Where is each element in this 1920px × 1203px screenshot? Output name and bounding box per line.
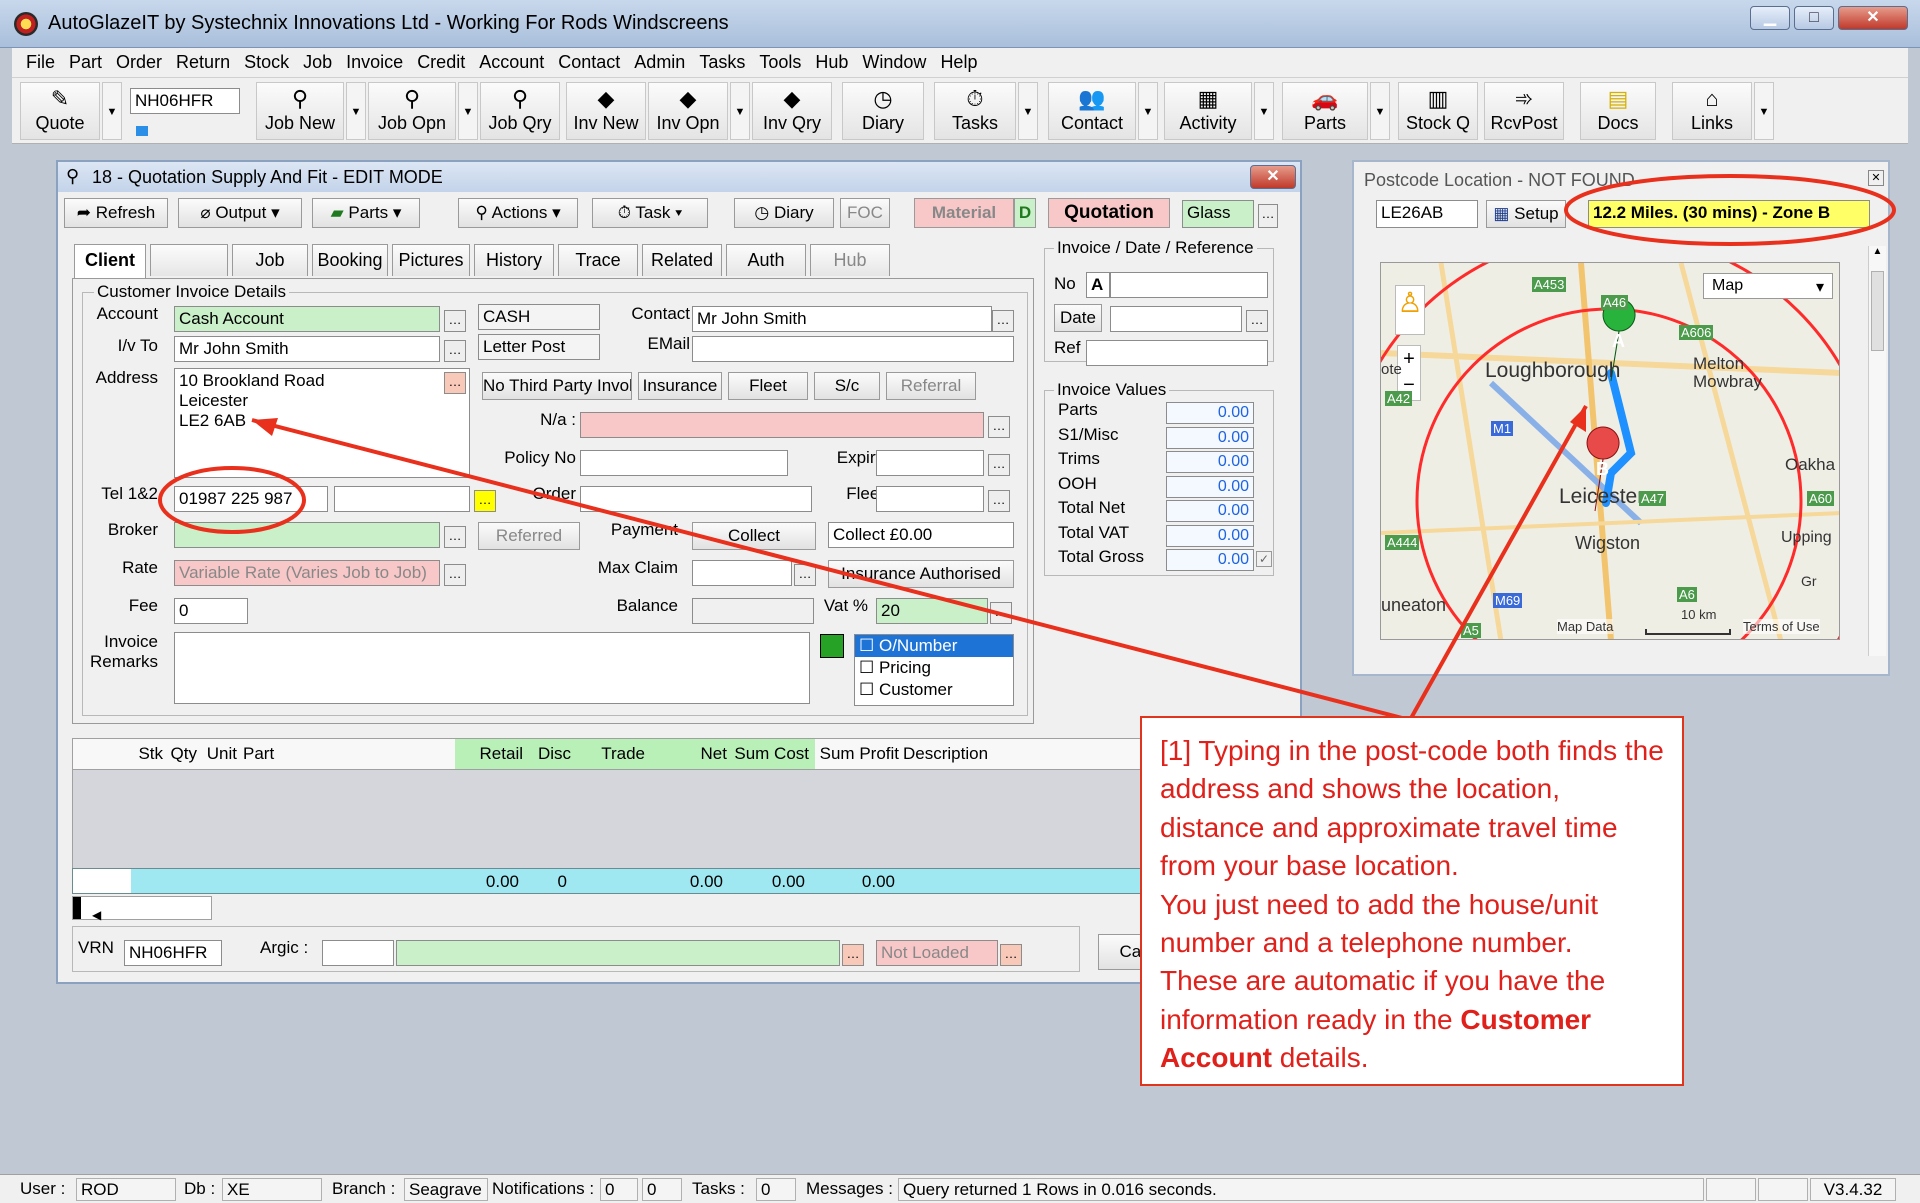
status-messages-label: Messages : — [806, 1179, 893, 1198]
status-notif-1: 0 — [600, 1178, 638, 1201]
annotation-callout: [1] Typing in the post-code both finds t… — [1140, 716, 1684, 1086]
status-notif-2: 0 — [642, 1178, 682, 1201]
status-branch: Seagrave — [404, 1178, 488, 1201]
status-db-label: Db : — [184, 1179, 216, 1198]
status-user-label: User : — [20, 1179, 66, 1198]
status-version: V3.4.32 — [1810, 1178, 1896, 1201]
callout-bold-customer: Customer — [1460, 1003, 1592, 1035]
status-db: XE — [222, 1178, 322, 1201]
status-blank-2 — [1758, 1178, 1808, 1201]
callout-text-3-line: These are automatic if you have the info… — [1160, 962, 1664, 1077]
status-notif-label: Notifications : — [492, 1179, 595, 1198]
status-tasks: 0 — [756, 1178, 796, 1201]
status-message: Query returned 1 Rows in 0.016 seconds. — [898, 1178, 1704, 1201]
status-tasks-label: Tasks : — [692, 1179, 745, 1198]
status-bar: User : ROD Db : XE Branch : Seagrave Not… — [0, 1174, 1920, 1203]
callout-text-2: You just need to add the house/unit numb… — [1160, 888, 1598, 959]
callout-bold-account: Account — [1160, 1042, 1272, 1074]
callout-text-4: details. — [1279, 1042, 1369, 1074]
status-branch-label: Branch : — [332, 1179, 396, 1198]
status-user: ROD — [76, 1178, 176, 1201]
callout-text-1: [1] Typing in the post-code both finds t… — [1160, 735, 1664, 882]
status-blank-1 — [1706, 1178, 1756, 1201]
